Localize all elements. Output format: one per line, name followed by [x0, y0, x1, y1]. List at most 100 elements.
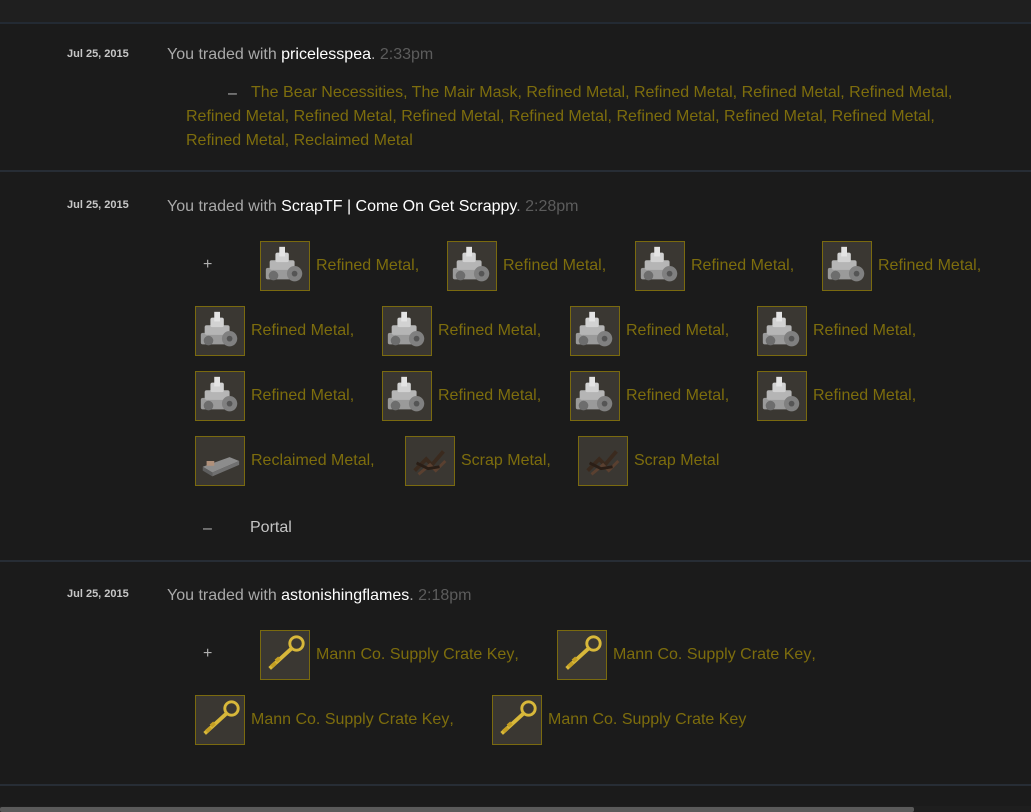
trade-partner-link[interactable]: ScrapTF | Come On Get Scrappy: [281, 198, 516, 215]
trade-time: 2:33pm: [379, 46, 434, 63]
item-name: Scrap Metal: [634, 452, 720, 469]
refined-metal-icon: [197, 308, 243, 354]
item-tile: [570, 306, 620, 356]
trade-item[interactable]: Mann Co. Supply Crate Key,: [260, 629, 519, 681]
trade-dot: .: [370, 46, 376, 63]
item-name: Refined Metal: [626, 322, 725, 339]
item-separator: ,: [349, 387, 355, 404]
trade-item[interactable]: Refined Metal,: [635, 240, 794, 292]
item-separator: ,: [536, 322, 542, 339]
item-tile: [635, 241, 685, 291]
given-items-line: The Bear Necessities, The Mair Mask, Ref…: [251, 84, 953, 101]
trade-item[interactable]: Refined Metal,: [757, 370, 916, 422]
scrap-metal-icon: [407, 438, 453, 484]
trade-item[interactable]: Refined Metal,: [757, 305, 916, 357]
item-tile: [822, 241, 872, 291]
item-name: Reclaimed Metal: [251, 452, 371, 469]
trade-time: 2:18pm: [418, 587, 472, 604]
given-sign: –: [228, 85, 237, 102]
key-icon: [559, 632, 605, 678]
trade-item[interactable]: Mann Co. Supply Crate Key: [492, 694, 746, 746]
trade-prefix: You traded with: [167, 587, 282, 604]
item-name: Mann Co. Supply Crate Key: [613, 646, 812, 663]
item-tile: [757, 371, 807, 421]
given-sign: –: [203, 520, 212, 537]
item-name: Refined Metal: [438, 387, 537, 404]
trade-headline: You traded with ScrapTF | Come On Get Sc…: [167, 198, 578, 216]
trade-partner-link[interactable]: astonishingflames: [281, 587, 409, 604]
item-tile: [405, 436, 455, 486]
trade-item[interactable]: Refined Metal,: [260, 240, 419, 292]
trade-headline: You traded with pricelesspea. 2:33pm: [167, 46, 433, 64]
refined-metal-icon: [824, 243, 870, 289]
item-separator: ,: [811, 646, 816, 663]
item-tile: [260, 630, 310, 680]
item-tile: [382, 371, 432, 421]
item-tile: [570, 371, 620, 421]
scrap-metal-icon: [580, 438, 626, 484]
trade-prefix: You traded with: [167, 198, 282, 215]
trade-item[interactable]: Refined Metal,: [382, 370, 541, 422]
trade-dot: .: [409, 587, 414, 604]
item-tile: [557, 630, 607, 680]
trade-item[interactable]: Refined Metal,: [447, 240, 606, 292]
trade-partner-link[interactable]: pricelesspea: [281, 46, 371, 63]
item-separator: ,: [514, 646, 519, 663]
item-name: Refined Metal: [626, 387, 725, 404]
item-name: Mann Co. Supply Crate Key: [548, 711, 747, 728]
item-tile: [447, 241, 497, 291]
key-icon: [494, 697, 540, 743]
trade-item[interactable]: Scrap Metal: [578, 435, 719, 487]
item-name: Mann Co. Supply Crate Key: [316, 646, 515, 663]
item-name: Refined Metal: [251, 387, 350, 404]
item-name: Refined Metal: [878, 257, 977, 274]
item-separator: ,: [911, 387, 917, 404]
item-separator: ,: [546, 452, 551, 469]
trade-item[interactable]: Refined Metal,: [570, 370, 729, 422]
trade-item[interactable]: Mann Co. Supply Crate Key,: [557, 629, 816, 681]
refined-metal-icon: [759, 373, 805, 419]
trade-dot: .: [516, 198, 521, 215]
refined-metal-icon: [572, 308, 618, 354]
item-name: Scrap Metal: [461, 452, 547, 469]
trade-prefix: You traded with: [167, 46, 282, 63]
item-tile: [757, 306, 807, 356]
refined-metal-icon: [262, 243, 308, 289]
trade-item[interactable]: Reclaimed Metal,: [195, 435, 375, 487]
item-separator: ,: [349, 322, 355, 339]
refined-metal-icon: [572, 373, 618, 419]
trade-item[interactable]: Scrap Metal,: [405, 435, 551, 487]
refined-metal-icon: [637, 243, 683, 289]
item-name: Refined Metal: [438, 322, 537, 339]
item-tile: [492, 695, 542, 745]
item-name: Mann Co. Supply Crate Key: [251, 711, 450, 728]
trade-date: Jul 25, 2015: [67, 48, 129, 60]
trade-item[interactable]: Refined Metal,: [382, 305, 541, 357]
trade-entry: Jul 25, 2015 You traded with astonishing…: [0, 562, 1031, 786]
trade-entry: Jul 25, 2015 You traded with ScrapTF | C…: [0, 172, 1031, 562]
item-tile: [195, 371, 245, 421]
trade-item[interactable]: Refined Metal,: [195, 305, 354, 357]
given-items-line: Refined Metal, Reclaimed Metal: [186, 132, 413, 149]
trade-date: Jul 25, 2015: [67, 199, 129, 211]
trade-time: 2:28pm: [525, 198, 579, 215]
trade-item[interactable]: Refined Metal,: [195, 370, 354, 422]
item-tile: [260, 241, 310, 291]
item-separator: ,: [536, 387, 542, 404]
item-name: Refined Metal: [691, 257, 790, 274]
item-tile: [382, 306, 432, 356]
item-name: Refined Metal: [251, 322, 350, 339]
refined-metal-icon: [384, 373, 430, 419]
trade-item[interactable]: Refined Metal,: [570, 305, 729, 357]
refined-metal-icon: [449, 243, 495, 289]
key-icon: [197, 697, 243, 743]
item-separator: ,: [976, 257, 982, 274]
item-separator: ,: [370, 452, 375, 469]
scrollbar-thumb[interactable]: [0, 807, 914, 812]
trade-item[interactable]: Mann Co. Supply Crate Key,: [195, 694, 454, 746]
given-item-name[interactable]: Portal: [250, 519, 292, 537]
item-separator: ,: [601, 257, 607, 274]
item-tile: [195, 306, 245, 356]
item-name: Refined Metal: [316, 257, 415, 274]
trade-item[interactable]: Refined Metal,: [822, 240, 981, 292]
